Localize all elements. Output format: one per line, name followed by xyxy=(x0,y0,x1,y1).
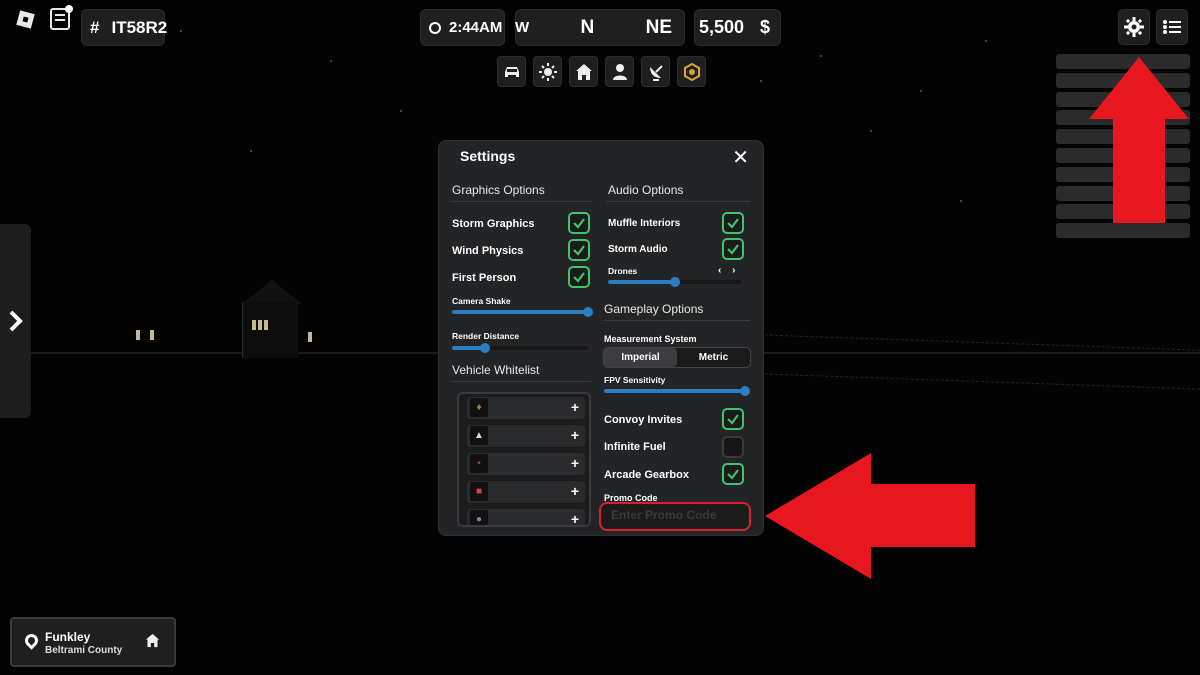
arcade-gearbox-checkbox[interactable] xyxy=(722,463,744,485)
roblox-menu-icon[interactable] xyxy=(14,8,36,30)
arcade-gearbox-label: Arcade Gearbox xyxy=(604,469,689,481)
leaderboard-button[interactable] xyxy=(1156,9,1188,45)
storm-audio-checkbox[interactable] xyxy=(722,238,744,260)
measurement-toggle[interactable]: Imperial Metric xyxy=(603,347,751,368)
server-code: IT58R2 xyxy=(111,17,168,37)
rail-track xyxy=(760,334,1200,390)
clock-icon xyxy=(429,21,441,34)
settings-gear-button[interactable] xyxy=(1118,9,1150,45)
measurement-system-label: Measurement System xyxy=(604,334,697,344)
vehicle-thumbnail: ▲ xyxy=(470,426,488,445)
map-pin-icon xyxy=(22,631,41,650)
first-person-checkbox[interactable] xyxy=(568,266,590,288)
drones-arrows[interactable]: ‹ › xyxy=(718,265,739,276)
player-row[interactable] xyxy=(1056,223,1190,239)
storm-audio-label: Storm Audio xyxy=(608,244,668,255)
compass-right: NE xyxy=(645,16,672,38)
chevron-right-icon xyxy=(9,310,23,332)
convoy-invites-label: Convoy Invites xyxy=(604,414,683,426)
compass-left: W xyxy=(515,19,530,36)
add-icon[interactable]: + xyxy=(571,483,579,499)
hash-icon: # xyxy=(90,17,100,37)
add-icon[interactable]: + xyxy=(571,455,579,471)
audio-options-heading: Audio Options xyxy=(608,183,684,197)
distant-window xyxy=(308,332,312,342)
list-item[interactable]: • + xyxy=(467,453,585,475)
render-distance-slider[interactable] xyxy=(452,343,588,353)
money-symbol: $ xyxy=(759,17,770,37)
add-icon[interactable]: + xyxy=(571,399,579,415)
time-text: 2:44AM xyxy=(449,19,503,36)
sun-icon[interactable] xyxy=(533,56,562,87)
distant-window xyxy=(136,330,140,340)
list-item[interactable]: ♦ + xyxy=(467,397,585,419)
convoy-invites-checkbox[interactable] xyxy=(722,408,744,430)
storm-graphics-checkbox[interactable] xyxy=(568,212,590,234)
close-button[interactable]: ✕ xyxy=(732,145,749,170)
satellite-icon[interactable] xyxy=(641,56,670,87)
side-expand-tab[interactable] xyxy=(0,224,31,418)
car-icon[interactable] xyxy=(497,56,526,87)
camera-shake-label: Camera Shake xyxy=(452,296,511,306)
gameplay-options-heading: Gameplay Options xyxy=(604,302,704,316)
camera-shake-slider[interactable] xyxy=(452,307,593,317)
list-icon xyxy=(1163,20,1181,34)
first-person-label: First Person xyxy=(452,272,517,284)
chat-icon[interactable] xyxy=(50,5,73,30)
home-icon[interactable] xyxy=(569,56,598,87)
list-item[interactable]: ■ + xyxy=(467,481,585,503)
add-icon[interactable]: + xyxy=(571,427,579,443)
list-item[interactable]: ▲ + xyxy=(467,425,585,447)
add-icon[interactable]: + xyxy=(571,511,579,525)
annotation-highlight-ring xyxy=(599,502,751,531)
clock-display: 2:44AM xyxy=(420,9,505,46)
annotation-arrow-left xyxy=(765,453,975,579)
vehicle-thumbnail: • xyxy=(470,454,488,473)
drones-slider[interactable] xyxy=(608,277,742,287)
settings-title: Settings xyxy=(460,148,516,164)
gear-icon xyxy=(1124,17,1144,37)
house xyxy=(242,280,302,358)
metric-option[interactable]: Metric xyxy=(677,348,750,367)
badge-icon[interactable] xyxy=(677,56,706,87)
annotation-arrow-up xyxy=(1089,57,1189,223)
infinite-fuel-label: Infinite Fuel xyxy=(604,441,666,453)
render-distance-label: Render Distance xyxy=(452,331,520,341)
home-icon[interactable] xyxy=(145,633,160,652)
compass-center: N xyxy=(580,16,595,38)
divider xyxy=(603,320,750,321)
vehicle-whitelist-heading: Vehicle Whitelist xyxy=(452,363,540,377)
vehicle-thumbnail: ♦ xyxy=(470,398,488,417)
fpv-sensitivity-label: FPV Sensitivity xyxy=(604,375,666,385)
muffle-interiors-checkbox[interactable] xyxy=(722,212,744,234)
money-amount: 5,500 xyxy=(699,17,745,37)
server-code-badge: # IT58R2 xyxy=(81,9,168,46)
location-county: Beltrami County xyxy=(45,645,123,656)
vehicle-thumbnail: ● xyxy=(470,510,488,525)
wind-physics-checkbox[interactable] xyxy=(568,239,590,261)
person-icon[interactable] xyxy=(605,56,634,87)
fpv-sensitivity-slider[interactable] xyxy=(604,386,750,396)
muffle-interiors-label: Muffle Interiors xyxy=(608,218,681,229)
location-card: Funkley Beltrami County xyxy=(10,617,176,667)
wind-physics-label: Wind Physics xyxy=(452,245,524,257)
compass-bar: W N NE xyxy=(515,9,685,46)
graphics-options-heading: Graphics Options xyxy=(452,183,545,197)
vehicle-whitelist-list[interactable]: ♦ + ▲ + • + ■ + ● + xyxy=(457,392,591,527)
list-item[interactable]: ● + xyxy=(467,509,585,525)
quick-action-row xyxy=(497,56,706,87)
divider xyxy=(451,201,591,202)
divider xyxy=(451,381,591,382)
storm-graphics-label: Storm Graphics xyxy=(452,218,535,230)
imperial-option[interactable]: Imperial xyxy=(604,348,677,367)
money-display: 5,500 $ xyxy=(694,9,781,46)
vehicle-thumbnail: ■ xyxy=(470,482,488,501)
infinite-fuel-checkbox[interactable] xyxy=(722,436,744,458)
divider xyxy=(606,201,750,202)
distant-window xyxy=(150,330,154,340)
location-city: Funkley xyxy=(45,630,91,644)
drones-label: Drones xyxy=(608,266,638,276)
